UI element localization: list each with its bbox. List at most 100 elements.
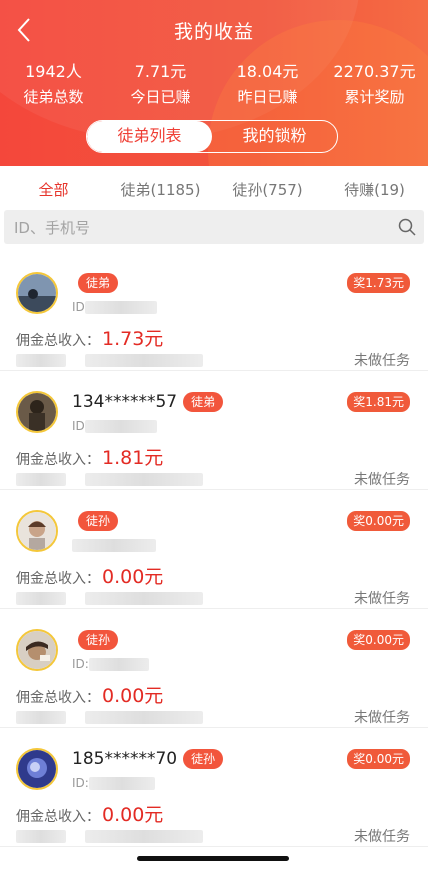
stat-value: 2270.37元 [333, 62, 416, 81]
income-amount: 0.00元 [102, 804, 164, 826]
stat-total-reward: 2270.37元 累计奖励 [321, 62, 428, 108]
role-badge: 徒孙 [183, 749, 224, 769]
user-id [72, 538, 156, 552]
list-item[interactable]: 徒孙 ID: 奖0.00元 佣金总收入： 0.00元 未做任务 [0, 609, 428, 728]
page-title: 我的收益 [173, 21, 254, 43]
switch-my-locked-fans[interactable]: 我的锁粉 [212, 121, 337, 152]
blurred-info [85, 354, 204, 367]
stat-label: 今日已赚 [130, 88, 191, 106]
list-item[interactable]: 徒孙 奖0.00元 佣金总收入： 0.00元 未做任务 [0, 490, 428, 609]
user-id: ID: [72, 657, 149, 671]
stat-value: 7.71元 [134, 62, 187, 81]
list-item[interactable]: 185******70 徒孙 ID: 奖0.00元 佣金总收入： 0.00元 未… [0, 728, 428, 847]
income-amount: 0.00元 [102, 566, 164, 588]
blurred-info [16, 711, 66, 724]
blurred-info [16, 473, 66, 486]
item-footer: 未做任务 [16, 707, 410, 726]
stat-disciples-total: 1942人 徒弟总数 [0, 62, 107, 108]
tab-pending[interactable]: 待赚(19) [321, 177, 428, 200]
stats-row: 1942人 徒弟总数 7.71元 今日已赚 18.04元 昨日已赚 2270.3… [0, 62, 428, 108]
home-indicator[interactable] [137, 856, 289, 861]
income-amount: 1.73元 [102, 328, 164, 350]
stat-label: 累计奖励 [344, 88, 405, 106]
task-status: 未做任务 [354, 353, 410, 369]
blurred-id [84, 301, 157, 314]
item-footer: 未做任务 [16, 469, 410, 488]
name-row: 134******57 徒弟 [72, 391, 224, 413]
tab-disciples[interactable]: 徒弟(1185) [107, 177, 214, 200]
task-status: 未做任务 [354, 472, 410, 488]
stat-today-earned: 7.71元 今日已赚 [107, 62, 214, 108]
reward-badge: 奖1.73元 [347, 273, 410, 293]
task-status: 未做任务 [354, 591, 410, 607]
income-amount: 1.81元 [102, 447, 164, 469]
blurred-info [16, 354, 66, 367]
blurred-id [88, 658, 149, 671]
income-row: 佣金总收入： 0.00元 [16, 562, 163, 589]
item-footer: 未做任务 [16, 350, 410, 369]
task-status: 未做任务 [354, 829, 410, 845]
search-icon[interactable] [398, 218, 416, 236]
reward-badge: 奖0.00元 [347, 511, 410, 531]
avatar [16, 629, 58, 671]
user-id: ID [72, 300, 157, 314]
stat-value: 18.04元 [236, 62, 299, 81]
search-input[interactable] [4, 210, 376, 246]
id-prefix: ID: [72, 657, 89, 671]
list-item[interactable]: 134******57 徒弟 ID 奖1.81元 佣金总收入： 1.81元 未做… [0, 371, 428, 490]
income-label: 佣金总收入： [16, 571, 100, 587]
filter-tabs: 全部 徒弟(1185) 徒孙(757) 待赚(19) [0, 166, 428, 210]
income-row: 佣金总收入： 0.00元 [16, 800, 163, 827]
blurred-info [85, 830, 204, 843]
view-switch: 徒弟列表 我的锁粉 [86, 120, 338, 153]
item-footer: 未做任务 [16, 588, 410, 607]
reward-badge: 奖1.81元 [347, 392, 410, 412]
blurred-info [85, 711, 204, 724]
item-footer: 未做任务 [16, 826, 410, 845]
name-row: 徒弟 [72, 272, 119, 294]
avatar [16, 748, 58, 790]
switch-disciple-list[interactable]: 徒弟列表 [87, 121, 212, 152]
reward-badge: 奖0.00元 [347, 749, 410, 769]
income-label: 佣金总收入： [16, 690, 100, 706]
role-badge: 徒弟 [78, 273, 119, 293]
role-badge: 徒孙 [78, 630, 119, 650]
list-item[interactable]: 徒弟 ID 奖1.73元 佣金总收入： 1.73元 未做任务 [0, 252, 428, 371]
income-row: 佣金总收入： 0.00元 [16, 681, 163, 708]
tab-grand-disciples[interactable]: 徒孙(757) [214, 177, 321, 200]
phone-number: 185******70 [72, 749, 178, 769]
income-amount: 0.00元 [102, 685, 164, 707]
id-prefix: ID: [72, 776, 89, 790]
disciple-list: 徒弟 ID 奖1.73元 佣金总收入： 1.73元 未做任务 134******… [0, 252, 428, 847]
stat-label: 徒弟总数 [23, 88, 84, 106]
role-badge: 徒弟 [183, 392, 224, 412]
id-prefix: ID [72, 300, 85, 314]
avatar [16, 391, 58, 433]
blurred-info [85, 473, 204, 486]
avatar [16, 510, 58, 552]
user-id: ID: [72, 776, 155, 790]
name-row: 185******70 徒孙 [72, 748, 224, 770]
blurred-info [16, 592, 66, 605]
role-badge: 徒孙 [78, 511, 119, 531]
income-label: 佣金总收入： [16, 333, 100, 349]
blurred-id [72, 539, 156, 552]
tab-all[interactable]: 全部 [0, 177, 107, 200]
stat-label: 昨日已赚 [237, 88, 298, 106]
user-id: ID [72, 419, 157, 433]
reward-badge: 奖0.00元 [347, 630, 410, 650]
blurred-id [88, 777, 155, 790]
id-prefix: ID [72, 419, 85, 433]
income-label: 佣金总收入： [16, 452, 100, 468]
stat-value: 1942人 [25, 62, 82, 81]
task-status: 未做任务 [354, 710, 410, 726]
income-label: 佣金总收入： [16, 809, 100, 825]
income-row: 佣金总收入： 1.81元 [16, 443, 163, 470]
avatar [16, 272, 58, 314]
name-row: 徒孙 [72, 629, 119, 651]
name-row: 徒孙 [72, 510, 119, 532]
blurred-id [84, 420, 157, 433]
search-bar [4, 210, 424, 246]
phone-number: 134******57 [72, 392, 178, 412]
stat-yesterday-earned: 18.04元 昨日已赚 [214, 62, 321, 108]
